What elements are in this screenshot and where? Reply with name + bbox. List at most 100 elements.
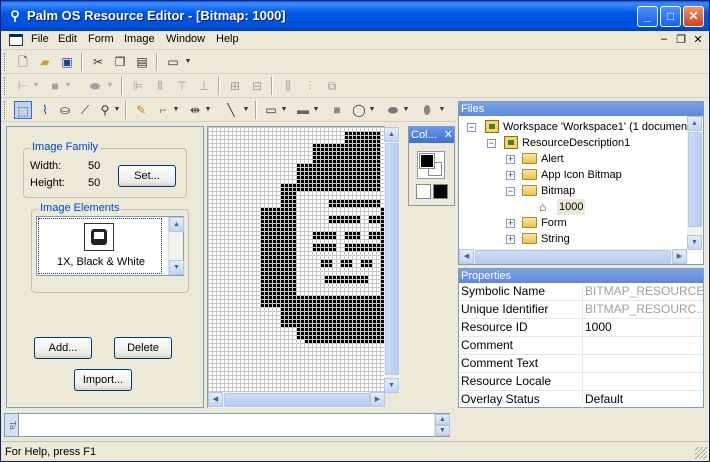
bitmap-horizontal-scrollbar[interactable]: ◀ ▶ (208, 392, 385, 408)
scroll-thumb[interactable] (475, 250, 671, 264)
property-row-resource-id[interactable]: Resource ID 1000 (459, 319, 703, 337)
pixel-grid-canvas[interactable] (208, 127, 385, 393)
collapse-icon[interactable]: − (487, 139, 496, 148)
foreground-color[interactable] (419, 153, 435, 169)
set-button[interactable]: Set... (118, 165, 176, 187)
bitmap-vertical-scrollbar[interactable]: ▲ ▼ (384, 127, 400, 393)
current-colors[interactable] (417, 151, 445, 179)
copy-icon[interactable]: ❐ (111, 53, 129, 71)
scroll-thumb[interactable] (385, 143, 399, 375)
list-item[interactable]: 1X, Black & White (38, 218, 162, 274)
scroll-left-icon[interactable]: ◀ (459, 249, 474, 264)
property-row-overlay-status[interactable]: Overlay Status Default (459, 391, 703, 409)
property-row-comment-text[interactable]: Comment Text (459, 355, 703, 373)
resize-grip-icon[interactable] (695, 447, 707, 459)
shape-icon[interactable]: ⬬ (86, 77, 104, 95)
elements-scrollbar[interactable]: ▲ ▼ (168, 217, 184, 275)
align-top-icon[interactable]: ⊤ (173, 77, 191, 95)
rectangle-tool-icon[interactable]: ▭ (262, 101, 280, 119)
open-folder-icon[interactable]: ▰ (36, 53, 54, 71)
white-swatch[interactable] (416, 184, 431, 199)
image-elements-list[interactable]: 1X, Black & White ▲ ▼ (36, 216, 184, 276)
pencil-tool-icon[interactable]: ✎ (132, 101, 150, 119)
ellipse-tool-icon[interactable]: ◯ (350, 101, 368, 119)
menu-help[interactable]: Help (216, 33, 239, 45)
scroll-up-icon[interactable]: ▲ (687, 116, 702, 131)
scroll-down-icon[interactable]: ▼ (687, 235, 702, 250)
scroll-up-icon[interactable]: ▲ (169, 217, 184, 232)
cut-icon[interactable]: ✂ (89, 53, 107, 71)
colors-close-icon[interactable]: ✕ (444, 127, 453, 143)
menu-window[interactable]: Window (166, 33, 205, 45)
center-h-icon[interactable]: ⊞ (226, 77, 244, 95)
paste-icon[interactable]: ▤ (133, 53, 151, 71)
scroll-up-icon[interactable]: ▲ (384, 127, 399, 142)
mdi-close-button[interactable]: ✕ (691, 33, 705, 46)
save-icon[interactable]: ▣ (58, 53, 76, 71)
black-swatch[interactable] (433, 184, 448, 199)
expand-icon[interactable]: + (506, 155, 515, 164)
minimize-button[interactable]: _ (637, 6, 658, 27)
menu-form[interactable]: Form (88, 33, 114, 45)
toolbar-grip[interactable] (4, 53, 7, 71)
scroll-down-icon[interactable]: ▼ (435, 425, 450, 436)
tree-item-workspace[interactable]: − Workspace 'Workspace1' (1 document (459, 119, 688, 135)
align-tab-icon[interactable]: ⊢ (14, 77, 32, 95)
selection-tool-icon[interactable]: ⬚ (14, 101, 32, 119)
spray-tool-icon[interactable]: ⇹ (186, 101, 204, 119)
scroll-down-icon[interactable]: ▼ (384, 378, 399, 393)
space-h-icon[interactable]: ⫼ (279, 77, 297, 95)
solid-rectangle-icon[interactable]: ■ (328, 101, 346, 119)
tasks-panel[interactable]: Ta ▲ ▼ (4, 413, 450, 437)
scroll-right-icon[interactable]: ▶ (672, 249, 687, 264)
center-v-icon[interactable]: ⊟ (248, 77, 266, 95)
files-horizontal-scrollbar[interactable]: ◀ ▶ (459, 249, 688, 264)
tasks-tab[interactable]: Ta (5, 414, 19, 436)
filled-ellipse-icon[interactable]: ⬮ (418, 101, 436, 119)
device-dropdown-icon[interactable]: ▼ (184, 53, 192, 71)
new-file-icon[interactable]: 🗋 (14, 53, 32, 71)
add-button[interactable]: Add... (34, 337, 92, 359)
menu-edit[interactable]: Edit (58, 33, 77, 45)
tasks-scrollbar[interactable]: ▲ ▼ (434, 414, 450, 436)
scroll-left-icon[interactable]: ◀ (208, 392, 223, 407)
property-row-symbolic-name[interactable]: Symbolic Name BITMAP_RESOURCE (459, 283, 703, 301)
scroll-down-icon[interactable]: ▼ (169, 260, 184, 275)
maximize-button[interactable]: □ (660, 6, 681, 27)
property-row-unique-identifier[interactable]: Unique Identifier BITMAP_RESOURC... (459, 301, 703, 319)
scroll-thumb[interactable] (224, 393, 370, 407)
grid-icon[interactable]: ■ (46, 77, 64, 95)
property-row-comment[interactable]: Comment (459, 337, 703, 355)
close-button[interactable]: ✕ (683, 6, 704, 27)
mdi-restore-button[interactable]: ❐ (674, 33, 688, 46)
expand-icon[interactable]: + (506, 219, 515, 228)
property-row-resource-locale[interactable]: Resource Locale (459, 373, 703, 391)
files-vertical-scrollbar[interactable]: ▲ ▼ (687, 116, 703, 250)
rounded-rect-icon[interactable]: ⬬ (384, 101, 402, 119)
delete-button[interactable]: Delete (114, 337, 172, 359)
expand-icon[interactable]: + (506, 235, 515, 244)
scroll-up-icon[interactable]: ▲ (435, 414, 450, 425)
brush-tool-icon[interactable]: ⌐ (154, 101, 172, 119)
eyedropper-icon[interactable]: ⟋ (76, 101, 94, 119)
import-button[interactable]: Import... (74, 369, 132, 391)
collapse-icon[interactable]: − (467, 123, 476, 132)
mdi-minimize-button[interactable]: – (657, 33, 671, 45)
filled-rectangle-icon[interactable]: ▬ (294, 101, 312, 119)
collapse-icon[interactable]: − (506, 187, 515, 196)
space-v-icon[interactable]: ⫶ (301, 77, 319, 95)
scroll-right-icon[interactable]: ▶ (370, 392, 385, 407)
line-tool-icon[interactable]: ╲ (222, 101, 240, 119)
lasso-tool-icon[interactable]: ⌇ (36, 101, 54, 119)
title-bar[interactable]: ⚲ Palm OS Resource Editor - [Bitmap: 100… (1, 1, 709, 31)
fill-bucket-icon[interactable]: ⛀ (56, 101, 74, 119)
align-left-icon[interactable]: ⊫ (129, 77, 147, 95)
menu-image[interactable]: Image (124, 33, 155, 45)
align-bottom-icon[interactable]: ⊥ (195, 77, 213, 95)
menu-file[interactable]: File (31, 33, 49, 45)
device-icon[interactable]: ▭ (164, 53, 182, 71)
align-center-icon[interactable]: ⫴ (151, 77, 169, 95)
expand-icon[interactable]: + (506, 171, 515, 180)
document-icon[interactable] (9, 34, 23, 46)
scroll-thumb[interactable] (688, 132, 702, 227)
